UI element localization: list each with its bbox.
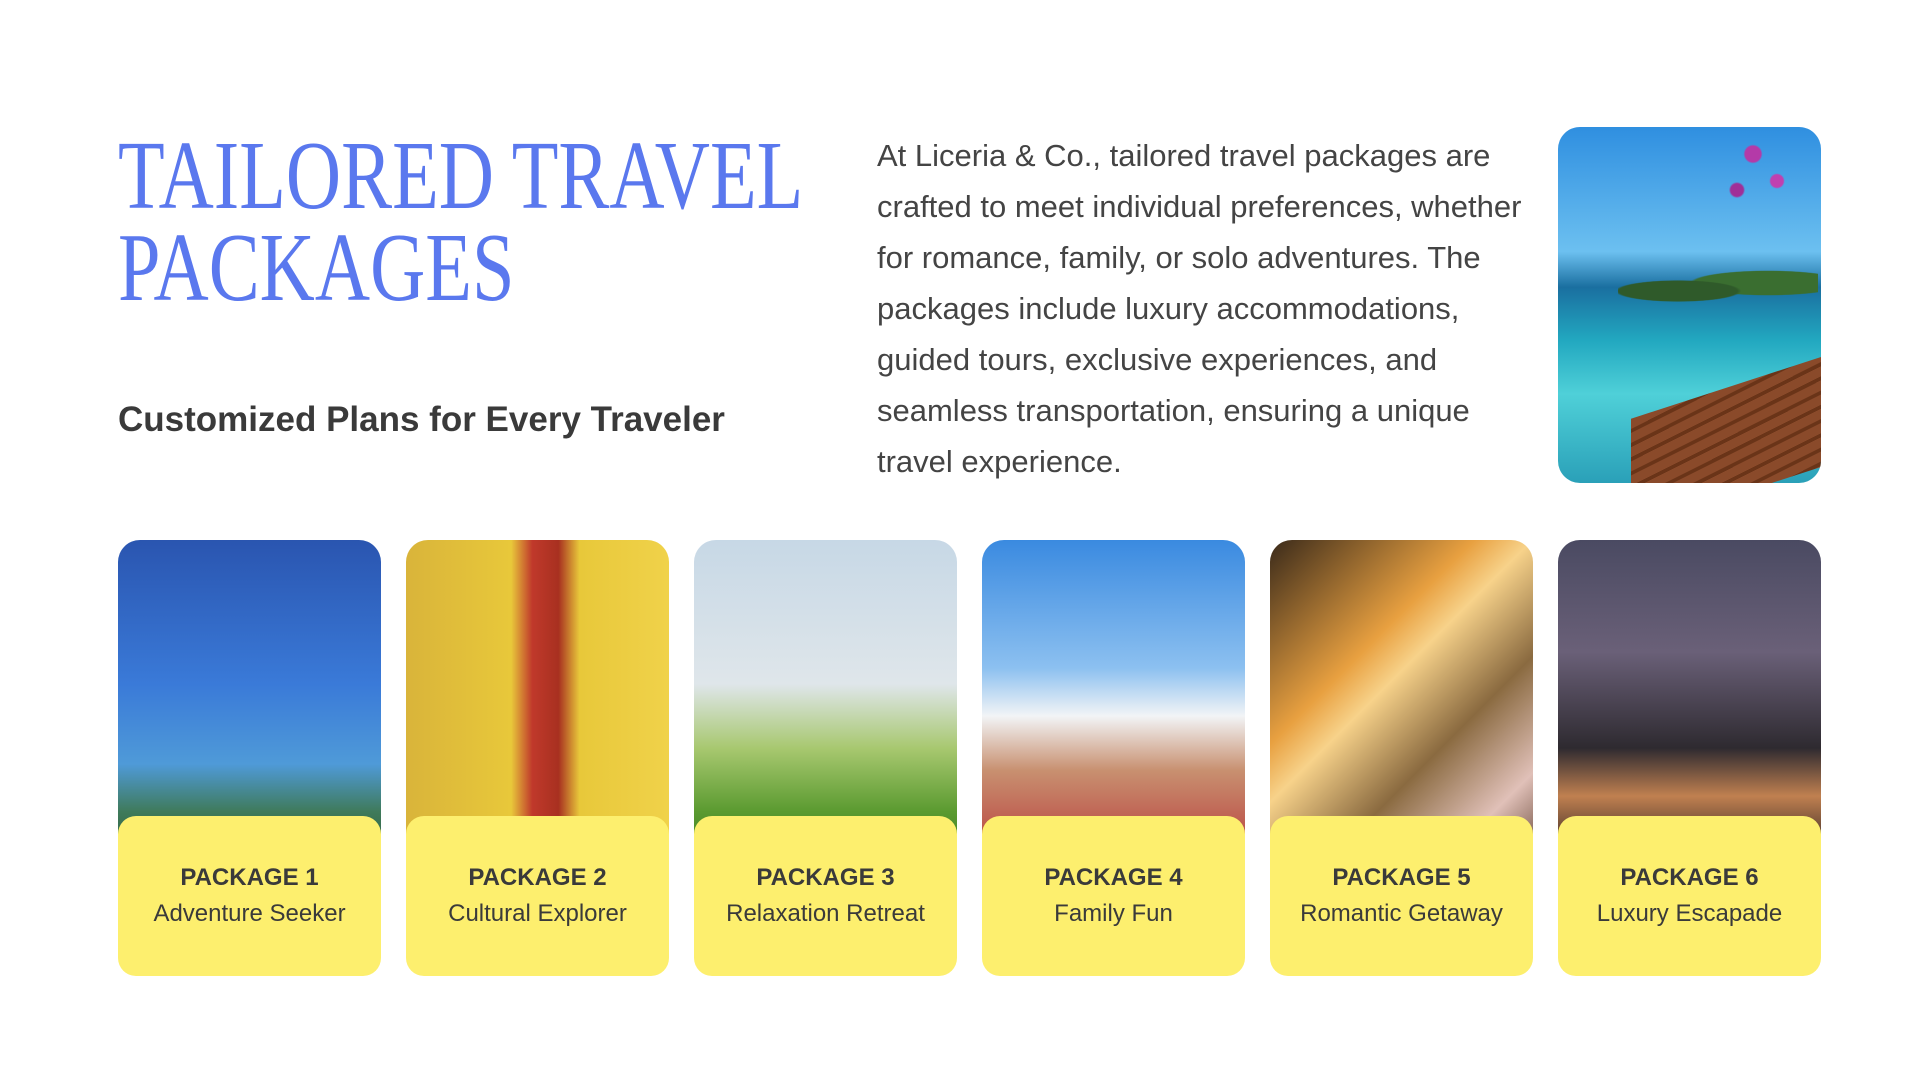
page-title-line-1: TAILORED TRAVEL xyxy=(118,122,804,230)
package-name: Adventure Seeker xyxy=(153,900,346,927)
package-card-3[interactable]: PACKAGE 3 Relaxation Retreat xyxy=(694,540,957,976)
intro-paragraph: At Liceria & Co., tailored travel packag… xyxy=(877,138,1522,479)
package-number: PACKAGE 6 xyxy=(1620,864,1759,891)
page-title-line-2: PACKAGES xyxy=(118,214,515,322)
package-label-1: PACKAGE 1 Adventure Seeker xyxy=(118,816,381,976)
package-cards: PACKAGE 1 Adventure Seeker PACKAGE 2 Cul… xyxy=(118,540,1821,976)
package-number: PACKAGE 2 xyxy=(468,864,607,891)
hero-deck-shape xyxy=(1631,347,1821,483)
package-label-2: PACKAGE 2 Cultural Explorer xyxy=(406,816,669,976)
page-title: TAILORED TRAVEL PACKAGES xyxy=(118,122,804,322)
infinity-pool-photo xyxy=(1558,127,1821,483)
package-name: Luxury Escapade xyxy=(1596,900,1783,927)
package-card-1[interactable]: PACKAGE 1 Adventure Seeker xyxy=(118,540,381,976)
package-label-3: PACKAGE 3 Relaxation Retreat xyxy=(694,816,957,976)
package-card-6[interactable]: PACKAGE 6 Luxury Escapade xyxy=(1558,540,1821,976)
cultural-woman-photo xyxy=(406,540,669,860)
couple-sunset-photo xyxy=(1270,540,1533,860)
package-number: PACKAGE 4 xyxy=(1044,864,1183,891)
page-subtitle: Customized Plans for Every Traveler xyxy=(118,400,725,439)
hero-trees-shape xyxy=(1618,267,1818,307)
package-card-2[interactable]: PACKAGE 2 Cultural Explorer xyxy=(406,540,669,976)
package-card-4[interactable]: PACKAGE 4 Family Fun xyxy=(982,540,1245,976)
package-name: Romantic Getaway xyxy=(1300,900,1503,927)
package-number: PACKAGE 5 xyxy=(1332,864,1471,891)
package-name: Cultural Explorer xyxy=(448,900,627,927)
package-number: PACKAGE 3 xyxy=(756,864,895,891)
package-card-5[interactable]: PACKAGE 5 Romantic Getaway xyxy=(1270,540,1533,976)
package-number: PACKAGE 1 xyxy=(180,864,319,891)
family-photo xyxy=(982,540,1245,860)
package-name: Family Fun xyxy=(1054,900,1173,927)
package-label-5: PACKAGE 5 Romantic Getaway xyxy=(1270,816,1533,976)
resort-palms-photo xyxy=(1558,540,1821,860)
yoga-meadow-photo xyxy=(694,540,957,860)
package-label-4: PACKAGE 4 Family Fun xyxy=(982,816,1245,976)
paragliding-photo xyxy=(118,540,381,860)
hero-flowers-shape xyxy=(1721,127,1801,217)
package-name: Relaxation Retreat xyxy=(726,900,925,927)
package-label-6: PACKAGE 6 Luxury Escapade xyxy=(1558,816,1821,976)
